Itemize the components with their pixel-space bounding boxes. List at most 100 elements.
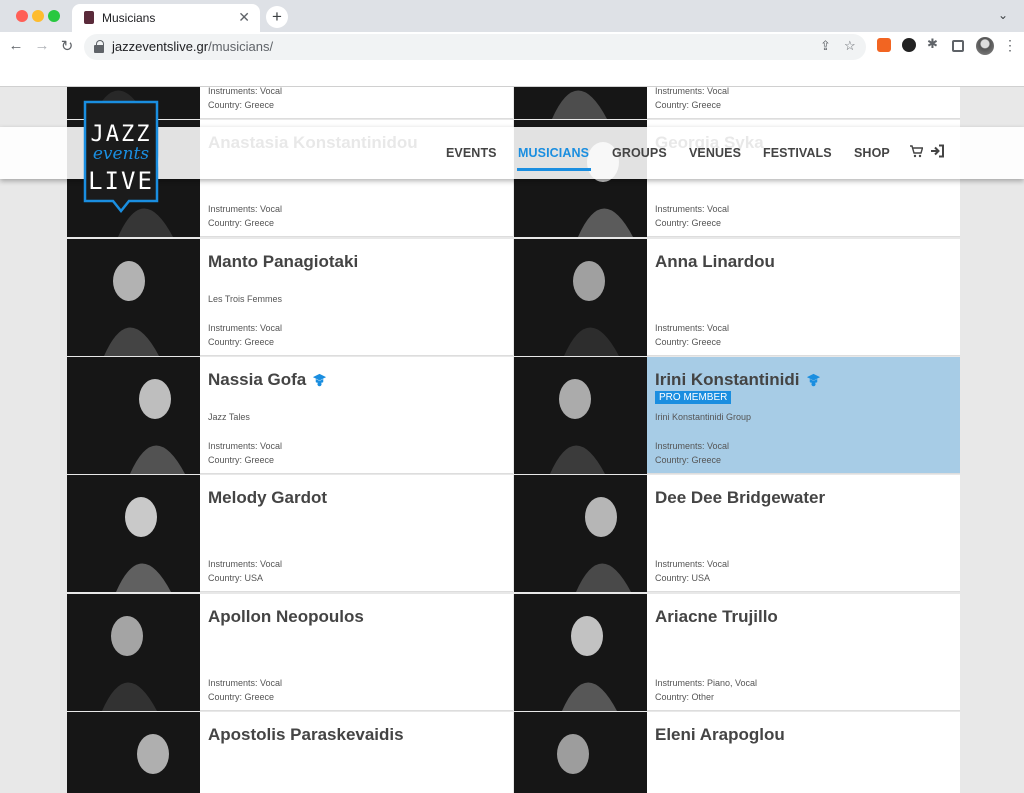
musician-country: Country: Greece <box>655 100 722 110</box>
close-window-button[interactable] <box>16 10 28 22</box>
hubspot-extension-icon[interactable] <box>877 38 891 52</box>
musician-photo[interactable] <box>514 593 647 711</box>
browser-tab-bar: Musicians ✕ + ⌄ <box>0 0 1024 32</box>
musician-card[interactable]: Irini Konstantinidi PRO MEMBER Irini Konst… <box>514 356 960 474</box>
musician-photo[interactable] <box>67 711 200 793</box>
logo-live: LIVE <box>88 167 154 195</box>
musician-country: Country: Other <box>655 691 715 702</box>
new-tab-button[interactable]: + <box>266 6 288 28</box>
musician-instruments: Instruments: Vocal <box>208 440 283 451</box>
login-icon[interactable] <box>930 144 945 158</box>
maximize-window-button[interactable] <box>48 10 60 22</box>
musician-instruments: Instruments: Vocal <box>208 204 283 215</box>
musician-country: Country: Greece <box>208 691 275 702</box>
close-tab-icon[interactable]: ✕ <box>238 9 250 26</box>
musician-photo[interactable] <box>514 356 647 474</box>
musician-photo[interactable] <box>67 475 200 593</box>
musician-instruments: Instruments: Vocal <box>208 87 283 96</box>
puzzle-extensions-icon[interactable]: ✱ <box>927 36 941 51</box>
musician-card[interactable]: Dee Dee Bridgewater Instruments: Vocal Cou… <box>514 475 960 593</box>
musician-country: Country: Greece <box>655 454 722 465</box>
extension-icon[interactable] <box>902 38 916 52</box>
url-text: jazzeventslive.gr/musicians/ <box>112 39 274 54</box>
minimize-window-button[interactable] <box>32 10 44 22</box>
musician-name[interactable]: Irini Konstantinidi <box>655 370 821 392</box>
nav-venues[interactable]: VENUES <box>689 146 741 160</box>
musician-photo[interactable] <box>514 238 647 356</box>
musician-instruments: Instruments: Vocal <box>208 322 283 333</box>
site-logo[interactable]: JAZZ events LIVE <box>82 99 160 215</box>
musician-instruments: Instruments: Vocal <box>655 440 730 451</box>
logo-events: events <box>93 144 150 164</box>
graduation-cap-icon <box>312 372 327 392</box>
musician-photo[interactable] <box>514 711 647 793</box>
musician-country: Country: Greece <box>655 218 722 229</box>
profile-avatar[interactable] <box>976 37 994 55</box>
page-content: Instruments: Vocal Country: Greece Instrum… <box>0 87 1024 793</box>
musician-instruments: Instruments: Vocal <box>655 559 730 570</box>
musician-name[interactable]: Melody Gardot <box>208 488 327 508</box>
musician-instruments: Instruments: Piano, Vocal <box>655 677 758 688</box>
musician-country: Country: USA <box>655 573 711 584</box>
favicon-icon <box>84 11 94 24</box>
musician-photo[interactable] <box>514 475 647 593</box>
musician-group: Irini Konstantinidi Group <box>655 411 752 422</box>
musicians-grid: Instruments: Vocal Country: Greece Instrum… <box>67 87 960 793</box>
musician-photo[interactable] <box>67 593 200 711</box>
musician-instruments: Instruments: Vocal <box>208 677 283 688</box>
address-bar[interactable]: jazzeventslive.gr/musicians/ ⇪ ☆ <box>84 34 866 60</box>
musician-name[interactable]: Dee Dee Bridgewater <box>655 488 825 508</box>
pro-member-badge: PRO MEMBER <box>655 390 732 404</box>
nav-shop[interactable]: SHOP <box>854 146 890 160</box>
musician-group: Les Trois Femmes <box>208 293 283 304</box>
musician-country: Country: Greece <box>208 454 275 465</box>
browser-toolbar: ← → ↻ jazzeventslive.gr/musicians/ ⇪ ☆ ✱… <box>0 32 1024 62</box>
musician-instruments: Instruments: Vocal <box>655 87 730 96</box>
musician-card[interactable]: Anna Linardou Instruments: Vocal Country: … <box>514 238 960 356</box>
tab-search-chevron-icon[interactable]: ⌄ <box>998 8 1008 22</box>
musician-country: Country: USA <box>208 573 264 584</box>
musician-photo[interactable] <box>514 87 647 119</box>
musician-card[interactable]: Apollon Neopoulos Instruments: Vocal Count… <box>67 593 513 711</box>
musician-name[interactable]: Apollon Neopoulos <box>208 607 364 627</box>
musician-card[interactable]: Nassia Gofa Jazz Tales Instruments: Vocal C… <box>67 356 513 474</box>
musician-instruments: Instruments: Vocal <box>655 204 730 215</box>
toolbar-spacer <box>0 62 1024 87</box>
tab-title: Musicians <box>102 11 156 25</box>
nav-events[interactable]: EVENTS <box>446 146 497 160</box>
forward-icon[interactable]: → <box>32 37 52 54</box>
musician-country: Country: Greece <box>208 100 275 110</box>
musician-card[interactable]: Melody Gardot Instruments: Vocal Country: … <box>67 475 513 593</box>
musician-country: Country: Greece <box>655 336 722 347</box>
nav-groups[interactable]: GROUPS <box>612 146 667 160</box>
back-icon[interactable]: ← <box>6 37 26 54</box>
musician-name[interactable]: Eleni Arapoglou <box>655 725 785 745</box>
musician-name[interactable]: Manto Panagiotaki <box>208 252 358 272</box>
bookmark-star-icon[interactable]: ☆ <box>844 38 856 54</box>
musician-card[interactable]: Manto Panagiotaki Les Trois Femmes Instrum… <box>67 238 513 356</box>
musician-instruments: Instruments: Vocal <box>655 322 730 333</box>
nav-festivals[interactable]: FESTIVALS <box>763 146 832 160</box>
side-panel-icon[interactable] <box>952 40 964 52</box>
more-menu-icon[interactable]: ⋮ <box>1003 37 1017 54</box>
reload-icon[interactable]: ↻ <box>57 37 77 55</box>
musician-card[interactable]: Apostolis Paraskevaidis <box>67 711 513 793</box>
active-nav-indicator <box>517 168 591 171</box>
musician-name[interactable]: Apostolis Paraskevaidis <box>208 725 404 745</box>
musician-name[interactable]: Ariacne Trujillo <box>655 607 778 627</box>
musician-card[interactable]: Instruments: Vocal Country: Greece <box>514 87 960 119</box>
musician-group: Jazz Tales <box>208 411 250 422</box>
graduation-cap-icon <box>806 372 821 392</box>
musician-card[interactable]: Ariacne Trujillo Instruments: Piano, Voca… <box>514 593 960 711</box>
cart-icon[interactable] <box>909 144 923 158</box>
musician-name[interactable]: Anna Linardou <box>655 252 775 272</box>
musician-country: Country: Greece <box>208 336 275 347</box>
share-icon[interactable]: ⇪ <box>820 38 831 54</box>
musician-name[interactable]: Nassia Gofa <box>208 370 327 392</box>
browser-tab[interactable]: Musicians ✕ <box>72 4 260 32</box>
musician-card[interactable]: Eleni Arapoglou <box>514 711 960 793</box>
lock-icon[interactable] <box>94 40 104 53</box>
musician-photo[interactable] <box>67 356 200 474</box>
musician-photo[interactable] <box>67 238 200 356</box>
nav-musicians[interactable]: MUSICIANS <box>518 146 589 160</box>
